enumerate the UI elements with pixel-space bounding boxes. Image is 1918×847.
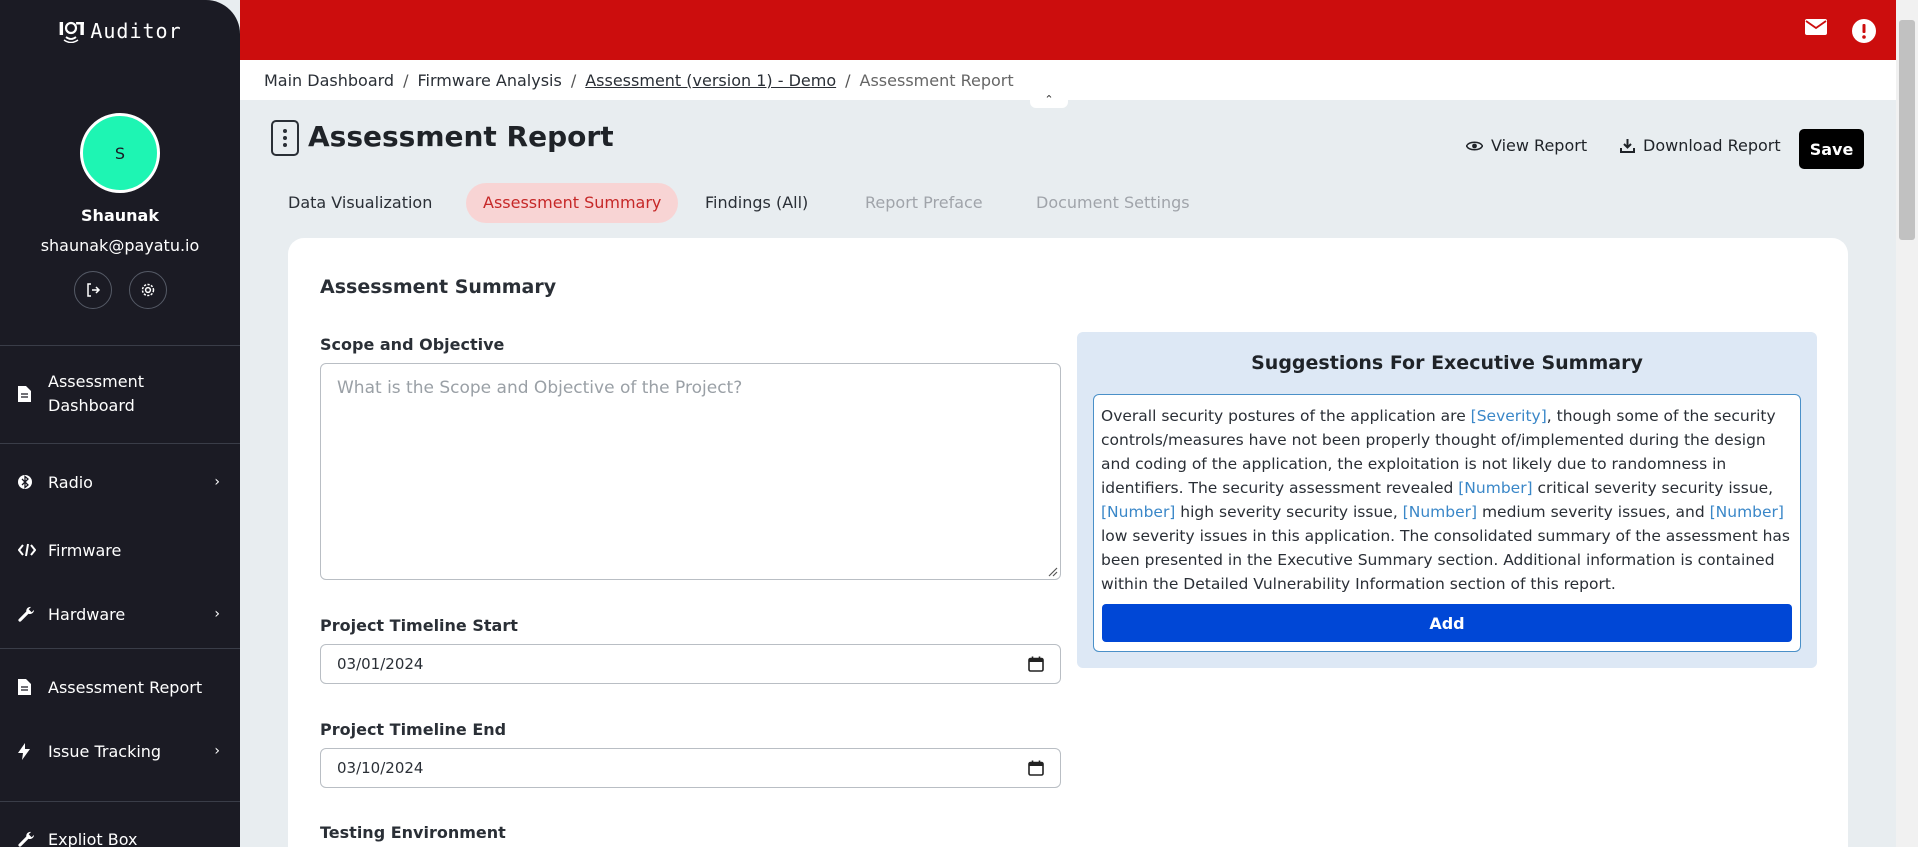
sidebar-item-label: Dashboard <box>48 396 135 415</box>
settings-button[interactable] <box>128 271 167 309</box>
scrollbar-thumb[interactable] <box>1899 20 1915 240</box>
code-icon <box>18 543 48 557</box>
mail-icon[interactable] <box>1805 18 1827 40</box>
wrench-icon <box>18 606 48 623</box>
tab-findings-all[interactable]: Findings (All) <box>688 183 825 223</box>
number-placeholder: [Number] <box>1458 479 1533 497</box>
resize-grip-icon[interactable] <box>1046 565 1058 577</box>
top-bar <box>240 0 1918 60</box>
more-options-button[interactable] <box>271 120 299 156</box>
timeline-end-input[interactable]: 03/10/2024 <box>320 748 1061 788</box>
timeline-start-input[interactable]: 03/01/2024 <box>320 644 1061 684</box>
alert-icon[interactable] <box>1852 19 1876 47</box>
chevron-right-icon: › <box>214 474 220 490</box>
download-report-button[interactable]: Download Report <box>1620 136 1781 155</box>
breadcrumb: Main Dashboard / Firmware Analysis / Ass… <box>240 60 1896 100</box>
file-icon <box>18 386 48 402</box>
user-email: shaunak@payatu.io <box>40 236 200 255</box>
sidebar-item-label: Firmware <box>48 540 122 560</box>
bluetooth-icon <box>18 474 48 490</box>
sidebar-item-expliot-box[interactable]: Expliot Box <box>0 802 240 847</box>
add-suggestion-button[interactable]: Add <box>1102 604 1792 642</box>
sidebar: I T Auditor S Shaunak shaunak@payatu.io <box>0 0 240 847</box>
suggestion-text-part: low severity issues in this application.… <box>1101 527 1790 593</box>
file-icon <box>18 679 48 695</box>
breadcrumb-separator: / <box>570 70 577 90</box>
breadcrumb-main-dashboard[interactable]: Main Dashboard <box>264 71 394 90</box>
breadcrumb-firmware-analysis[interactable]: Firmware Analysis <box>417 71 561 90</box>
logout-icon <box>86 283 100 297</box>
save-button[interactable]: Save <box>1799 129 1864 169</box>
download-report-label: Download Report <box>1643 136 1781 155</box>
sidebar-item-label: Expliot Box <box>48 829 138 847</box>
suggestion-text-part: medium severity issues, and <box>1477 503 1710 521</box>
download-icon <box>1620 139 1635 153</box>
eye-icon <box>1466 141 1483 150</box>
avatar[interactable]: S <box>80 113 160 193</box>
section-title: Assessment Summary <box>320 276 557 298</box>
app-logo[interactable]: I T Auditor <box>0 0 240 62</box>
page-title: Assessment Report <box>308 120 614 153</box>
scope-label: Scope and Objective <box>320 335 505 354</box>
sidebar-item-issue-tracking[interactable]: Issue Tracking › <box>0 725 240 777</box>
sidebar-item-hardware[interactable]: Hardware › <box>0 580 240 648</box>
sidebar-item-firmware[interactable]: Firmware <box>0 520 240 580</box>
sidebar-item-label: Assessment <box>48 372 144 391</box>
sidebar-item-assessment-report[interactable]: Assessment Report <box>0 649 240 725</box>
testing-environment-label: Testing Environment <box>320 823 506 842</box>
wrench-icon <box>18 831 48 847</box>
breadcrumb-separator: / <box>845 70 851 90</box>
view-report-button[interactable]: View Report <box>1466 136 1587 155</box>
svg-text:T: T <box>76 19 84 40</box>
breadcrumb-assessment[interactable]: Assessment (version 1) - Demo <box>585 71 836 90</box>
sidebar-item-label: Assessment Report <box>48 677 203 697</box>
chevron-right-icon: › <box>214 743 220 759</box>
breadcrumb-current: Assessment Report <box>859 70 1014 90</box>
timeline-start-value: 03/01/2024 <box>337 655 424 673</box>
scope-textarea[interactable]: What is the Scope and Objective of the P… <box>320 363 1061 580</box>
logout-button[interactable] <box>73 271 112 309</box>
tab-data-visualization[interactable]: Data Visualization <box>271 183 449 223</box>
sidebar-item-label: Hardware <box>48 604 126 624</box>
user-name: Shaunak <box>81 206 159 225</box>
scope-placeholder: What is the Scope and Objective of the P… <box>337 378 743 398</box>
number-placeholder: [Number] <box>1709 503 1784 521</box>
suggestion-text-part: critical severity security issue, <box>1532 479 1774 497</box>
suggestion-text-part: Overall security postures of the applica… <box>1101 407 1471 425</box>
calendar-icon[interactable] <box>1028 760 1044 776</box>
timeline-end-value: 03/10/2024 <box>337 759 424 777</box>
kebab-menu-icon <box>283 129 287 133</box>
chevron-up-icon: ⌃ <box>1044 93 1054 106</box>
sidebar-item-radio[interactable]: Radio › <box>0 444 240 520</box>
iot-logo-icon: I T <box>58 15 89 48</box>
bolt-icon <box>18 742 48 760</box>
sidebar-item-label: Issue Tracking <box>48 741 162 761</box>
number-placeholder: [Number] <box>1101 503 1176 521</box>
tab-assessment-summary[interactable]: Assessment Summary <box>466 183 679 223</box>
timeline-start-label: Project Timeline Start <box>320 616 518 635</box>
gear-icon <box>141 283 154 297</box>
sidebar-item-label: Radio <box>48 472 93 492</box>
suggestion-text: Overall security postures of the applica… <box>1101 404 1793 596</box>
tab-report-preface: Report Preface <box>865 193 983 212</box>
app-name: Auditor <box>90 19 182 43</box>
chevron-right-icon: › <box>214 606 220 622</box>
tab-document-settings: Document Settings <box>1036 193 1190 212</box>
suggestions-title: Suggestions For Executive Summary <box>1251 352 1643 374</box>
collapse-header-button[interactable]: ⌃ <box>1030 93 1068 108</box>
sidebar-item-assessment-dashboard[interactable]: Assessment Dashboard <box>0 345 240 443</box>
calendar-icon[interactable] <box>1028 656 1044 672</box>
severity-placeholder: [Severity] <box>1470 407 1547 425</box>
timeline-end-label: Project Timeline End <box>320 720 507 739</box>
svg-text:I: I <box>58 19 66 40</box>
suggestion-text-part: high severity security issue, <box>1175 503 1403 521</box>
breadcrumb-separator: / <box>403 70 409 90</box>
view-report-label: View Report <box>1491 136 1588 155</box>
number-placeholder: [Number] <box>1402 503 1478 521</box>
